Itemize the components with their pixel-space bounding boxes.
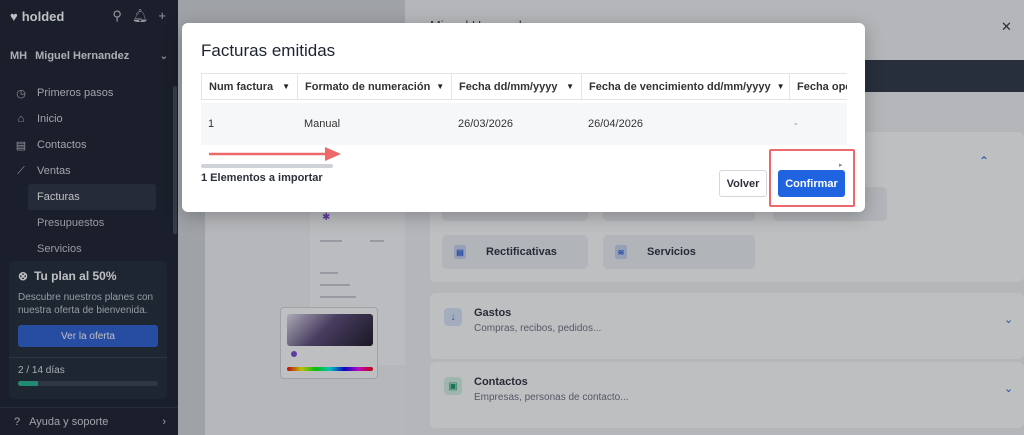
table-cell: Manual — [304, 118, 341, 130]
table-cell: 26/04/2026 — [588, 118, 644, 130]
table-row[interactable]: 1 Manual 26/03/2026 26/04/2026 - — [201, 103, 847, 145]
caret-down-icon[interactable]: ▼ — [560, 82, 574, 91]
table-cell: 26/03/2026 — [458, 118, 514, 130]
table-header: Num factura ▼ Formato de numeración ▼ Fe… — [201, 73, 847, 100]
column-label: Formato de numeración — [305, 80, 431, 93]
dialog-title: Facturas emitidas — [201, 41, 336, 60]
column-label: Num factura — [209, 80, 274, 93]
table-cell: - — [794, 118, 798, 130]
column-header[interactable]: Num factura ▼ — [201, 73, 297, 100]
annotation-highlight-box — [769, 149, 855, 207]
column-header[interactable]: Fecha de vencimiento dd/mm/yyyy ▼ — [581, 73, 789, 100]
table-cell: 1 — [208, 118, 215, 130]
import-dialog: Facturas emitidas Num factura ▼ Formato … — [182, 23, 865, 212]
caret-down-icon[interactable]: ▼ — [771, 82, 785, 91]
caret-down-icon[interactable]: ▼ — [430, 82, 444, 91]
annotation-arrow-icon — [209, 147, 341, 161]
column-header[interactable]: Formato de numeración ▼ — [297, 73, 451, 100]
column-label: Fecha dd/mm/yyyy — [459, 80, 558, 93]
import-count: 1 Elementos a importar — [201, 172, 323, 184]
column-header[interactable]: Fecha ope — [789, 73, 847, 100]
caret-down-icon[interactable]: ▼ — [276, 82, 290, 91]
back-button[interactable]: Volver — [719, 170, 767, 197]
column-label: Fecha ope — [797, 80, 847, 93]
column-label: Fecha de vencimiento dd/mm/yyyy — [589, 80, 771, 93]
column-header[interactable]: Fecha dd/mm/yyyy ▼ — [451, 73, 581, 100]
